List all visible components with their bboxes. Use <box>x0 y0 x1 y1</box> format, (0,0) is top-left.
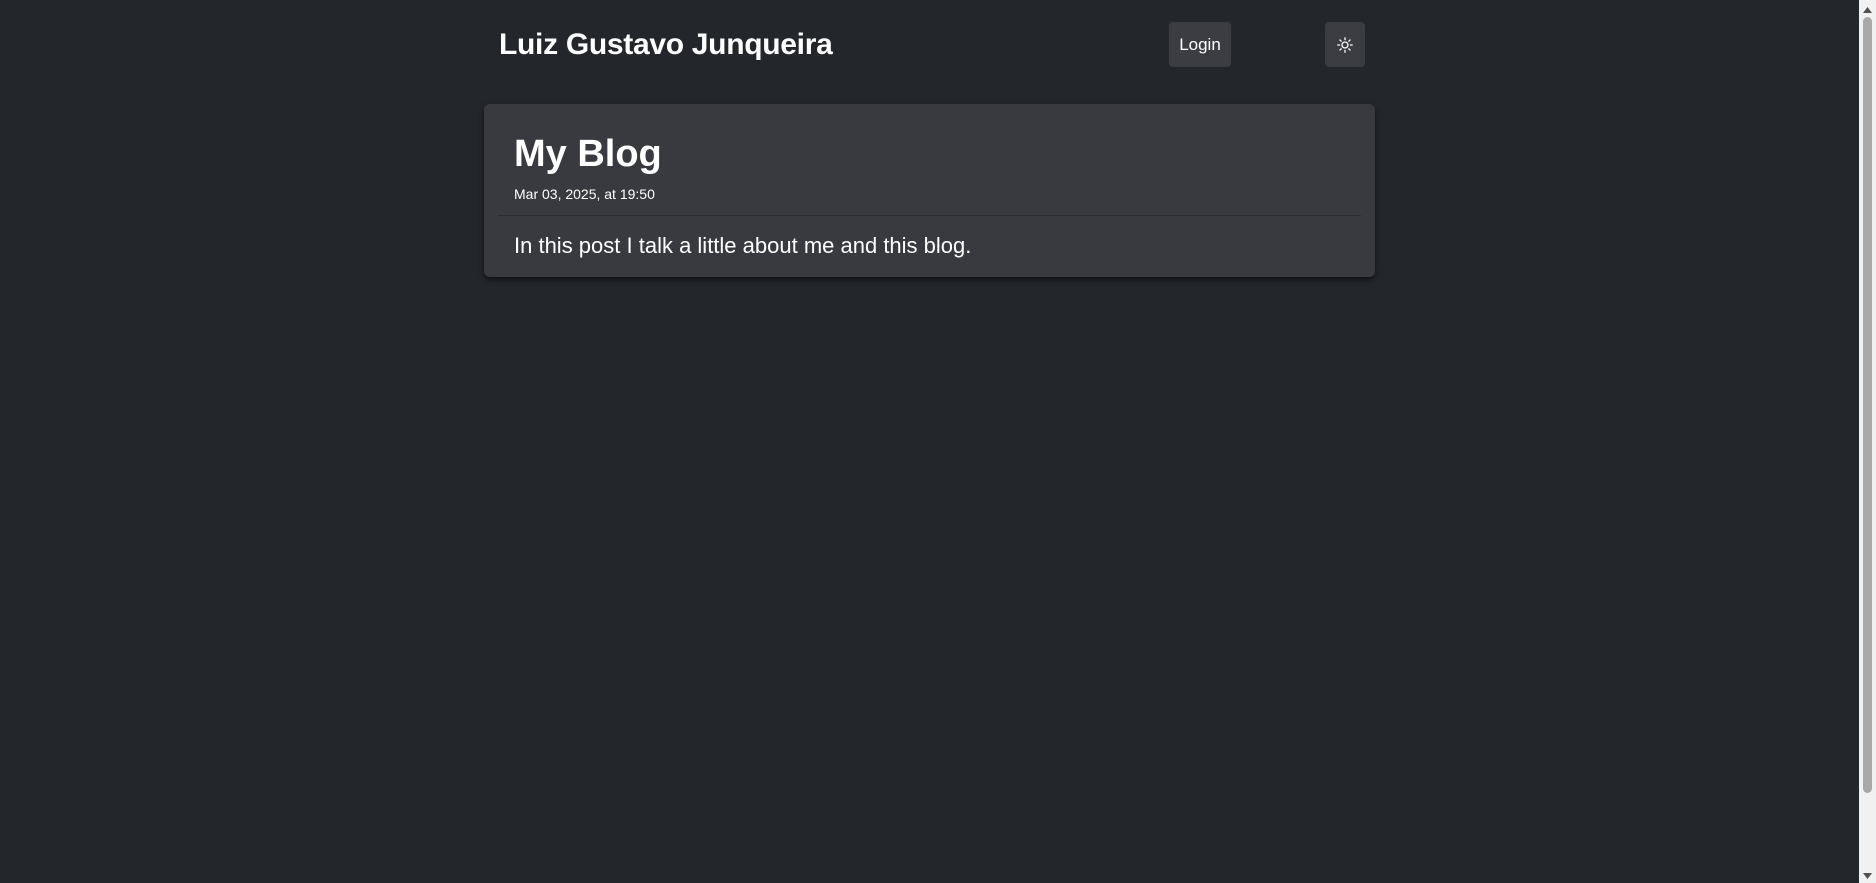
post-excerpt: In this post I talk a little about me an… <box>514 233 972 258</box>
scroll-up-button[interactable] <box>1859 0 1876 17</box>
post-card[interactable]: My Blog Mar 03, 2025, at 19:50 In this p… <box>484 104 1375 277</box>
vertical-scrollbar[interactable] <box>1859 0 1876 883</box>
scroll-down-button[interactable] <box>1859 866 1876 883</box>
post-title[interactable]: My Blog <box>514 132 662 176</box>
triangle-down-icon <box>1863 866 1872 883</box>
sun-icon <box>1337 36 1353 53</box>
page: Luiz Gustavo Junqueira Login My Blog Mar… <box>0 0 1876 883</box>
theme-toggle-button[interactable] <box>1325 22 1365 67</box>
scrollbar-thumb[interactable] <box>1863 17 1872 793</box>
login-button[interactable]: Login <box>1169 22 1231 67</box>
post-date: Mar 03, 2025, at 19:50 <box>514 186 655 202</box>
site-title[interactable]: Luiz Gustavo Junqueira <box>499 27 833 63</box>
post-divider <box>498 215 1361 216</box>
triangle-up-icon <box>1863 0 1872 18</box>
